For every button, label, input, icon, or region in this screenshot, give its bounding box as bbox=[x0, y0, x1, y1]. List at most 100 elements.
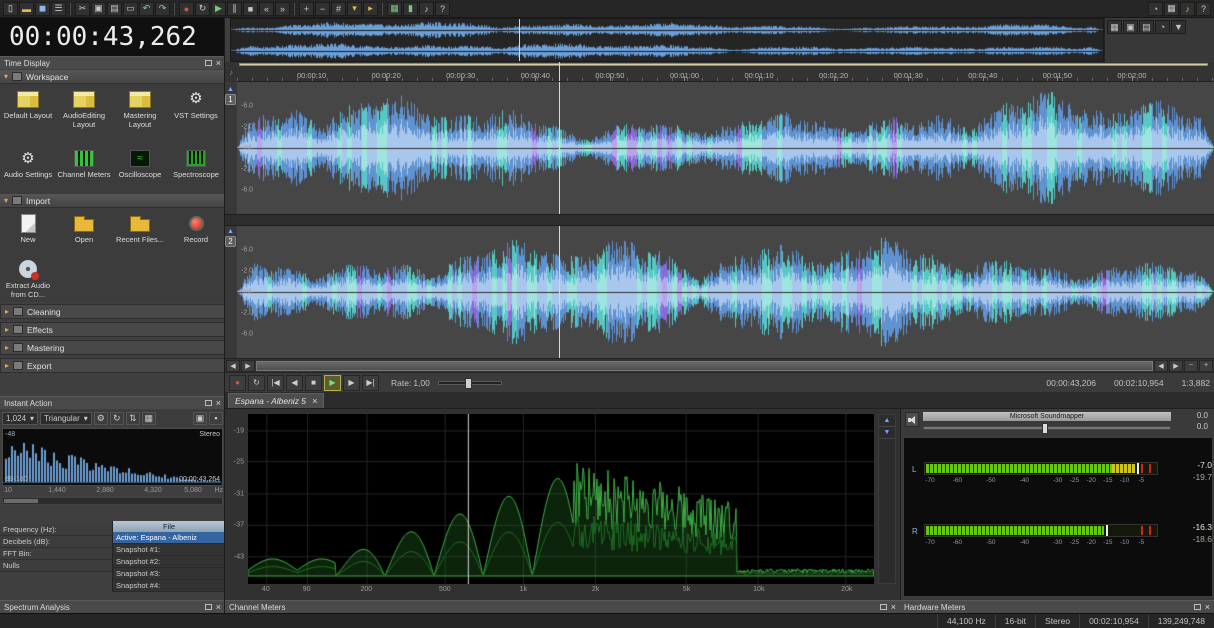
window-grid-icon[interactable]: ▦ bbox=[1107, 20, 1122, 34]
float-icon[interactable] bbox=[204, 604, 212, 610]
float-icon[interactable] bbox=[204, 60, 212, 66]
trim-icon[interactable]: ▭ bbox=[123, 1, 138, 16]
open-file-icon[interactable]: ▬ bbox=[19, 1, 34, 16]
cut-icon[interactable]: ✂ bbox=[75, 1, 90, 16]
redo-icon[interactable]: ↷ bbox=[155, 1, 170, 16]
scroll-left-icon[interactable]: ▶ bbox=[241, 359, 255, 372]
file-row[interactable]: Active: Espana - Albeniz bbox=[113, 532, 225, 544]
import-item-extract-audio-cd[interactable]: Extract Audio from CD... bbox=[0, 254, 56, 302]
scrollbar-thumb[interactable] bbox=[256, 360, 1153, 371]
float-icon[interactable] bbox=[204, 400, 212, 406]
rate-slider[interactable] bbox=[437, 377, 502, 389]
scroll-right-icon[interactable]: + bbox=[1199, 359, 1213, 372]
settings-icon[interactable]: ⚙ bbox=[93, 411, 108, 425]
workspace-item-vst-settings[interactable]: ⚙ VST Settings bbox=[168, 84, 224, 143]
import-item-record-file[interactable]: Record bbox=[168, 208, 224, 254]
section-effects[interactable]: ▸ Effects bbox=[0, 322, 225, 337]
scroll-right-icon[interactable]: − bbox=[1184, 359, 1198, 372]
scroll-right-icon[interactable]: ▶ bbox=[1169, 359, 1183, 372]
workspace-item-mastering-layout[interactable]: Mastering Layout bbox=[112, 84, 168, 143]
workspace-item-audio-settings[interactable]: ⚙ Audio Settings bbox=[0, 143, 56, 194]
file-row[interactable]: Snapshot #2: bbox=[113, 556, 225, 568]
clock-icon[interactable]: ◔ bbox=[1148, 1, 1163, 16]
section-export[interactable]: ▸ Export bbox=[0, 358, 225, 373]
new-file-icon[interactable]: ▯ bbox=[3, 1, 18, 16]
rate-slider-thumb[interactable] bbox=[464, 377, 472, 389]
import-item-new-file[interactable]: New bbox=[0, 208, 56, 254]
region-icon[interactable]: ▸ bbox=[363, 1, 378, 16]
output-gain-thumb[interactable] bbox=[1042, 423, 1048, 434]
fft-size-dropdown[interactable]: 1,024 ▾ bbox=[2, 411, 39, 425]
waveform-channel-1[interactable]: -6.0 -2.0 -Inf. -2.0 -6.0 bbox=[237, 82, 1214, 214]
sync-icon[interactable]: ⇅ bbox=[125, 411, 140, 425]
snap-icon[interactable]: # bbox=[331, 1, 346, 16]
spectrum-tool-icon[interactable]: ▦ bbox=[387, 1, 402, 16]
waveform-channel-2[interactable]: -6.0 -2.0 -Inf. -2.0 -6.0 bbox=[237, 226, 1214, 358]
help-window-icon[interactable]: ? bbox=[1196, 1, 1211, 16]
workspace-item-default-layout[interactable]: Default Layout bbox=[0, 84, 56, 143]
scroll-left-icon[interactable]: ◀ bbox=[226, 359, 240, 372]
save-file-icon[interactable]: ◼ bbox=[35, 1, 50, 16]
output-device-label[interactable]: Microsoft Soundmapper bbox=[923, 412, 1171, 421]
close-icon[interactable]: × bbox=[312, 396, 317, 406]
stop-icon[interactable]: ■ bbox=[243, 1, 258, 16]
previous-marker-button[interactable]: ◀ bbox=[286, 374, 303, 391]
zoom-in-icon[interactable]: + bbox=[299, 1, 314, 16]
file-row[interactable]: Snapshot #3: bbox=[113, 568, 225, 580]
pause-icon[interactable]: ∥ bbox=[227, 1, 242, 16]
hold-icon[interactable]: ▪ bbox=[209, 411, 223, 425]
scroll-down-icon[interactable]: ▼ bbox=[879, 427, 895, 439]
workspace-item-spectroscope[interactable]: Spectroscope bbox=[168, 143, 224, 194]
scroll-thumb[interactable] bbox=[4, 499, 38, 503]
refresh-icon[interactable]: ↻ bbox=[109, 411, 124, 425]
close-icon[interactable]: × bbox=[891, 602, 896, 612]
file-properties-icon[interactable]: ☰ bbox=[51, 1, 66, 16]
loop-icon[interactable]: ↻ bbox=[195, 1, 210, 16]
grid-toggle-icon[interactable]: ▦ bbox=[141, 411, 156, 425]
play-icon[interactable]: ▶ bbox=[211, 1, 226, 16]
window-type-dropdown[interactable]: Triangular ▾ bbox=[40, 411, 92, 425]
next-marker-button[interactable]: ▶ bbox=[343, 374, 360, 391]
forward-icon[interactable]: » bbox=[275, 1, 290, 16]
channel-divider[interactable] bbox=[225, 214, 1214, 226]
help-icon[interactable]: ? bbox=[435, 1, 450, 16]
meters-tool-icon[interactable]: ▮ bbox=[403, 1, 418, 16]
play-button[interactable]: ▶ bbox=[324, 374, 341, 391]
float-window-icon[interactable]: ▣ bbox=[1123, 20, 1138, 34]
import-item-open-file[interactable]: Open bbox=[56, 208, 112, 254]
spectrum-scroll-strip[interactable]: ▲ ▼ bbox=[878, 414, 896, 584]
workspace-section-header[interactable]: ▾ Workspace bbox=[0, 70, 225, 84]
time-ruler[interactable]: 00:00:1000:00:2000:00:3000:00:4000:00:50… bbox=[237, 62, 1214, 82]
zoom-out-icon[interactable]: − bbox=[315, 1, 330, 16]
plugin-chain-icon[interactable]: ♪ bbox=[1180, 1, 1195, 16]
import-item-recent-files[interactable]: Recent Files... bbox=[112, 208, 168, 254]
loop-region-bar[interactable] bbox=[239, 63, 1208, 66]
close-icon[interactable]: × bbox=[216, 398, 221, 408]
stop-button[interactable]: ■ bbox=[305, 374, 322, 391]
scroll-arrow-icon[interactable]: ▲ bbox=[227, 228, 234, 235]
copy-icon[interactable]: ▣ bbox=[91, 1, 106, 16]
close-icon[interactable]: × bbox=[216, 58, 221, 68]
record-icon[interactable]: ● bbox=[179, 1, 194, 16]
snapshot-icon[interactable]: ▣ bbox=[193, 411, 207, 425]
workspace-item-channel-meters[interactable]: Channel Meters bbox=[56, 143, 112, 194]
workspace-item-oscilloscope[interactable]: ≈ Oscilloscope bbox=[112, 143, 168, 194]
go-to-start-button[interactable]: |◀ bbox=[267, 374, 284, 391]
float-icon[interactable] bbox=[1193, 604, 1201, 610]
loop-playback-button[interactable]: ↻ bbox=[248, 374, 265, 391]
speaker-icon[interactable] bbox=[905, 412, 919, 427]
section-cleaning[interactable]: ▸ Cleaning bbox=[0, 304, 225, 319]
script-icon[interactable]: ♪ bbox=[419, 1, 434, 16]
file-overview[interactable] bbox=[230, 18, 1104, 62]
marker-drop-icon[interactable]: ▾ bbox=[347, 1, 362, 16]
workspace-item-audioediting-layout[interactable]: AudioEditing Layout bbox=[56, 84, 112, 143]
paste-icon[interactable]: ▤ bbox=[107, 1, 122, 16]
scroll-arrow-icon[interactable]: ▲ bbox=[227, 86, 234, 93]
mini-spectrum-scrollbar[interactable] bbox=[2, 497, 223, 505]
pin-icon[interactable]: ▼ bbox=[1171, 20, 1186, 34]
import-section-header[interactable]: ▾ Import bbox=[0, 194, 225, 208]
layout-switch-icon[interactable]: ▦ bbox=[1164, 1, 1179, 16]
document-tab[interactable]: Espana - Albeniz 5 × bbox=[228, 393, 325, 408]
go-to-end-button[interactable]: ▶| bbox=[362, 374, 379, 391]
file-row[interactable]: Snapshot #4: bbox=[113, 580, 225, 592]
